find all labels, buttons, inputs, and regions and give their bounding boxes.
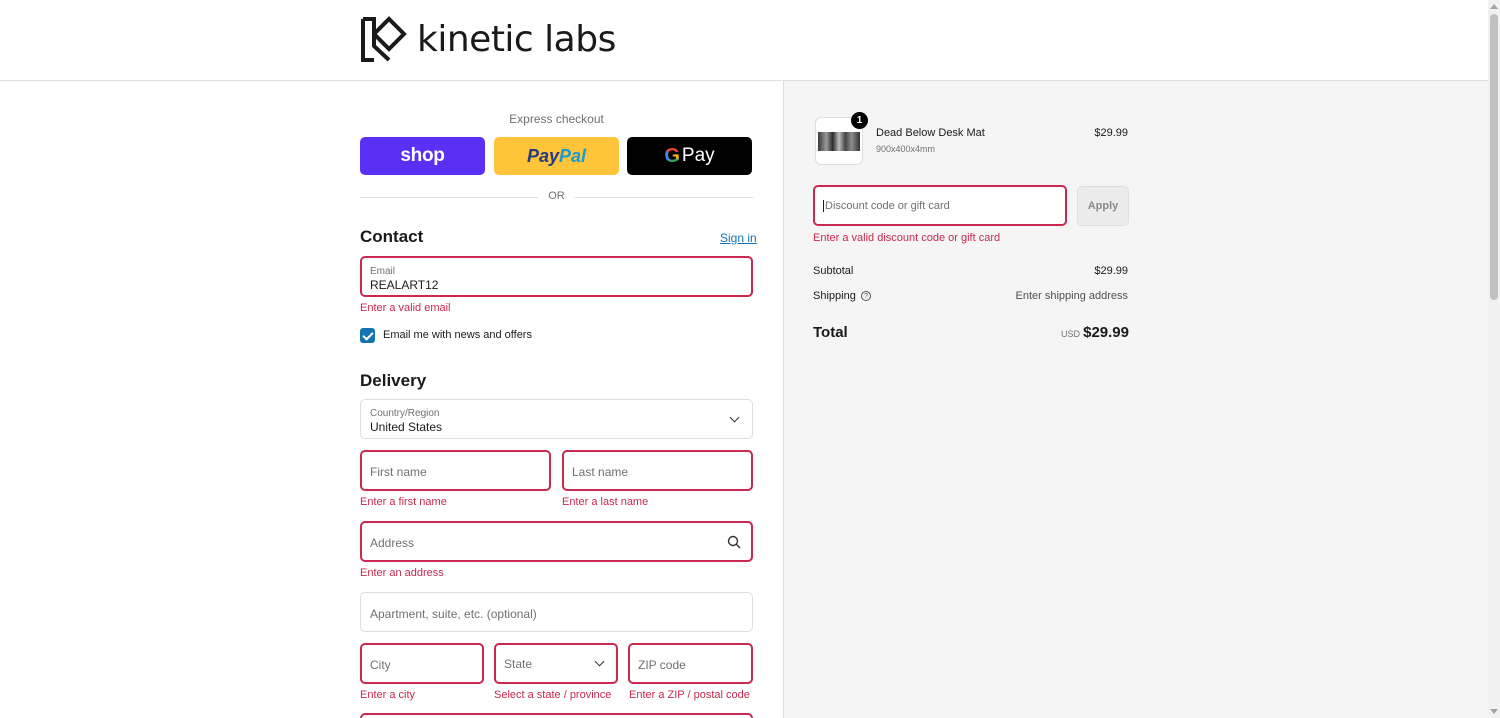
google-g-icon: G (664, 144, 680, 167)
newsletter-checkbox[interactable] (360, 328, 375, 343)
or-label: OR (548, 190, 565, 202)
first-name-placeholder: First name (370, 465, 427, 479)
chevron-down-icon (729, 412, 740, 423)
paypal-label-part2: Pal (559, 145, 587, 166)
shop-pay-button[interactable]: shop (360, 137, 485, 175)
order-summary-panel (783, 81, 1488, 718)
state-error: Select a state / province (494, 689, 612, 701)
apartment-field[interactable]: Apartment, suite, etc. (optional) (360, 592, 753, 632)
email-error: Enter a valid email (360, 302, 451, 314)
chevron-down-icon (594, 656, 605, 667)
google-pay-label: Pay (681, 145, 715, 166)
address-error: Enter an address (360, 567, 444, 579)
product-variant: 900x400x4mm (876, 144, 936, 154)
discount-code-placeholder: Discount code or gift card (823, 200, 950, 212)
product-price: $29.99 (1094, 127, 1128, 139)
last-name-field[interactable]: Last name (562, 450, 753, 491)
or-divider: OR (360, 190, 753, 204)
newsletter-label[interactable]: Email me with news and offers (383, 329, 532, 341)
desk-mat-image (818, 132, 860, 151)
total-currency: USD (1061, 329, 1081, 339)
discount-error: Enter a valid discount code or gift card (813, 232, 1001, 244)
email-field-label: Email (370, 266, 396, 277)
address-placeholder: Address (370, 536, 415, 550)
shop-pay-label: shop (400, 145, 445, 166)
last-name-placeholder: Last name (572, 465, 629, 479)
zip-code-error: Enter a ZIP / postal code (629, 689, 750, 701)
country-select-value: United States (370, 420, 443, 434)
zip-code-placeholder: ZIP code (638, 658, 686, 672)
subtotal-label: Subtotal (813, 265, 854, 277)
city-placeholder: City (370, 658, 391, 672)
paypal-button[interactable]: Pay Pal (494, 137, 619, 175)
zip-code-field[interactable]: ZIP code (628, 643, 753, 684)
address-field[interactable]: Address (360, 521, 753, 562)
quantity-badge: 1 (851, 112, 868, 129)
country-select[interactable]: Country/Region United States (360, 399, 753, 439)
apartment-placeholder: Apartment, suite, etc. (optional) (370, 607, 537, 621)
email-field-value[interactable]: REALART12 (370, 278, 438, 292)
shipping-label: Shipping (813, 290, 856, 302)
scrollbar-thumb[interactable] (1490, 14, 1498, 300)
sign-in-link[interactable]: Sign in (720, 231, 757, 245)
first-name-error: Enter a first name (360, 496, 447, 508)
product-name: Dead Below Desk Mat (876, 127, 985, 139)
country-select-label: Country/Region (370, 408, 440, 419)
total-label: Total (813, 324, 848, 341)
city-field[interactable]: City (360, 643, 484, 684)
header: kinetic labs (0, 0, 1488, 81)
state-select[interactable]: State (494, 643, 618, 684)
google-pay-button[interactable]: G Pay (627, 137, 752, 175)
first-name-field[interactable]: First name (360, 450, 551, 491)
brand-name: kinetic labs (417, 19, 616, 60)
total-value: $29.99 (1083, 324, 1129, 341)
paypal-label-part1: Pay (526, 145, 559, 166)
city-error: Enter a city (360, 689, 416, 701)
contact-heading: Contact (360, 227, 424, 246)
discount-code-input[interactable]: Discount code or gift card (813, 185, 1067, 226)
delivery-heading: Delivery (360, 371, 427, 390)
state-placeholder: State (504, 657, 533, 671)
apply-discount-button[interactable]: Apply (1077, 186, 1129, 226)
subtotal-value: $29.99 (1094, 265, 1128, 277)
last-name-error: Enter a last name (562, 496, 649, 508)
email-field[interactable]: Email REALART12 (360, 256, 753, 297)
express-checkout-title: Express checkout (509, 112, 604, 126)
page-scrollbar[interactable] (1488, 0, 1500, 718)
shipping-value: Enter shipping address (1015, 290, 1128, 302)
scroll-up-arrow-icon[interactable] (1490, 4, 1498, 9)
kinetic-labs-logo-icon (361, 16, 407, 62)
shipping-help-icon[interactable]: ? (861, 291, 871, 301)
search-icon[interactable] (727, 535, 741, 549)
brand-logo[interactable]: kinetic labs (360, 16, 616, 63)
divider-line-right (575, 197, 753, 198)
scroll-down-arrow-icon[interactable] (1490, 709, 1498, 714)
phone-field[interactable] (360, 713, 753, 718)
